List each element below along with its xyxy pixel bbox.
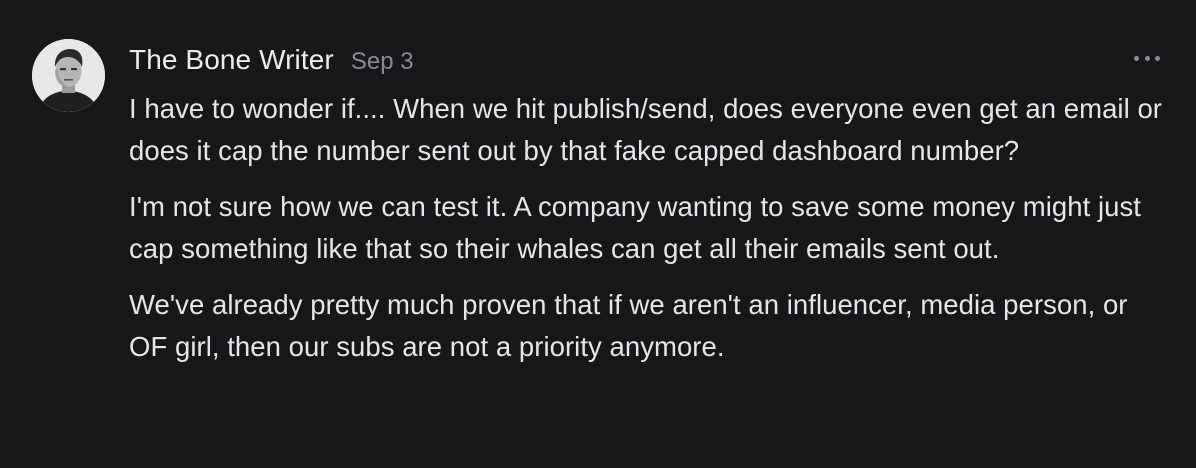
avatar[interactable] (32, 39, 105, 112)
comment-body: I have to wonder if.... When we hit publ… (129, 88, 1169, 382)
more-dot (1144, 55, 1150, 61)
more-dot (1134, 55, 1139, 61)
comment-paragraph: I'm not sure how we can test it. A compa… (129, 191, 1141, 264)
comment-paragraph: We've already pretty much proven that if… (129, 289, 1128, 362)
comment-date[interactable]: Sep 3 (351, 48, 414, 76)
more-dot (1155, 55, 1160, 61)
author-avatar-image (32, 39, 105, 112)
comment-paragraph: I have to wonder if.... When we hit publ… (129, 93, 1162, 166)
author-name[interactable]: The Bone Writer (129, 44, 334, 76)
comment-header: The Bone Writer Sep 3 (129, 44, 414, 76)
more-horizontal-icon[interactable] (1134, 52, 1160, 64)
comment-card: The Bone Writer Sep 3 I have to wonder i… (0, 0, 1196, 468)
